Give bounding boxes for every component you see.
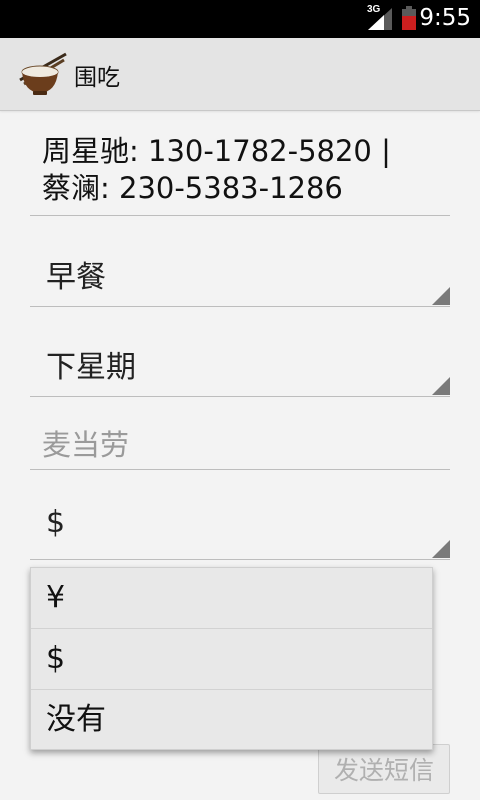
time-spinner[interactable]: 下星期 bbox=[30, 330, 450, 400]
clock: 9:55 bbox=[419, 5, 471, 31]
meal-spinner-underline bbox=[30, 306, 450, 307]
spinner-arrow-icon bbox=[432, 540, 450, 558]
time-spinner-value: 下星期 bbox=[46, 350, 136, 385]
dropdown-option-yuan[interactable]: ¥ bbox=[31, 568, 432, 629]
meal-spinner-value: 早餐 bbox=[46, 260, 106, 295]
restaurant-input[interactable] bbox=[30, 420, 450, 470]
battery-icon bbox=[402, 6, 416, 30]
currency-spinner-underline bbox=[30, 559, 450, 560]
currency-dropdown: ¥ $ 没有 bbox=[30, 567, 433, 750]
currency-spinner[interactable]: $ bbox=[30, 495, 450, 565]
spinner-arrow-icon bbox=[432, 287, 450, 305]
dropdown-option-dollar[interactable]: $ bbox=[31, 629, 432, 690]
currency-spinner-value: $ bbox=[46, 505, 66, 540]
contact-line: 周星驰: 130-1782-5820 | bbox=[42, 134, 391, 168]
time-spinner-underline bbox=[30, 396, 450, 397]
spinner-arrow-icon bbox=[432, 377, 450, 395]
contact-line: 蔡澜: 230-5383-1286 bbox=[42, 171, 343, 205]
send-sms-button[interactable]: 发送短信 bbox=[318, 744, 450, 794]
action-bar: 围吃 bbox=[0, 38, 480, 111]
contacts-field[interactable]: 周星驰: 130-1782-5820 | 蔡澜: 230-5383-1286 bbox=[42, 133, 442, 207]
contacts-underline bbox=[30, 215, 450, 216]
restaurant-input-underline bbox=[30, 469, 450, 470]
signal-strength-icon bbox=[368, 8, 392, 30]
status-bar: 3G 9:55 bbox=[0, 0, 480, 38]
rice-bowl-icon[interactable] bbox=[16, 50, 68, 96]
meal-spinner[interactable]: 早餐 bbox=[30, 240, 450, 310]
dropdown-option-none[interactable]: 没有 bbox=[31, 690, 432, 750]
app-title: 围吃 bbox=[74, 65, 120, 91]
